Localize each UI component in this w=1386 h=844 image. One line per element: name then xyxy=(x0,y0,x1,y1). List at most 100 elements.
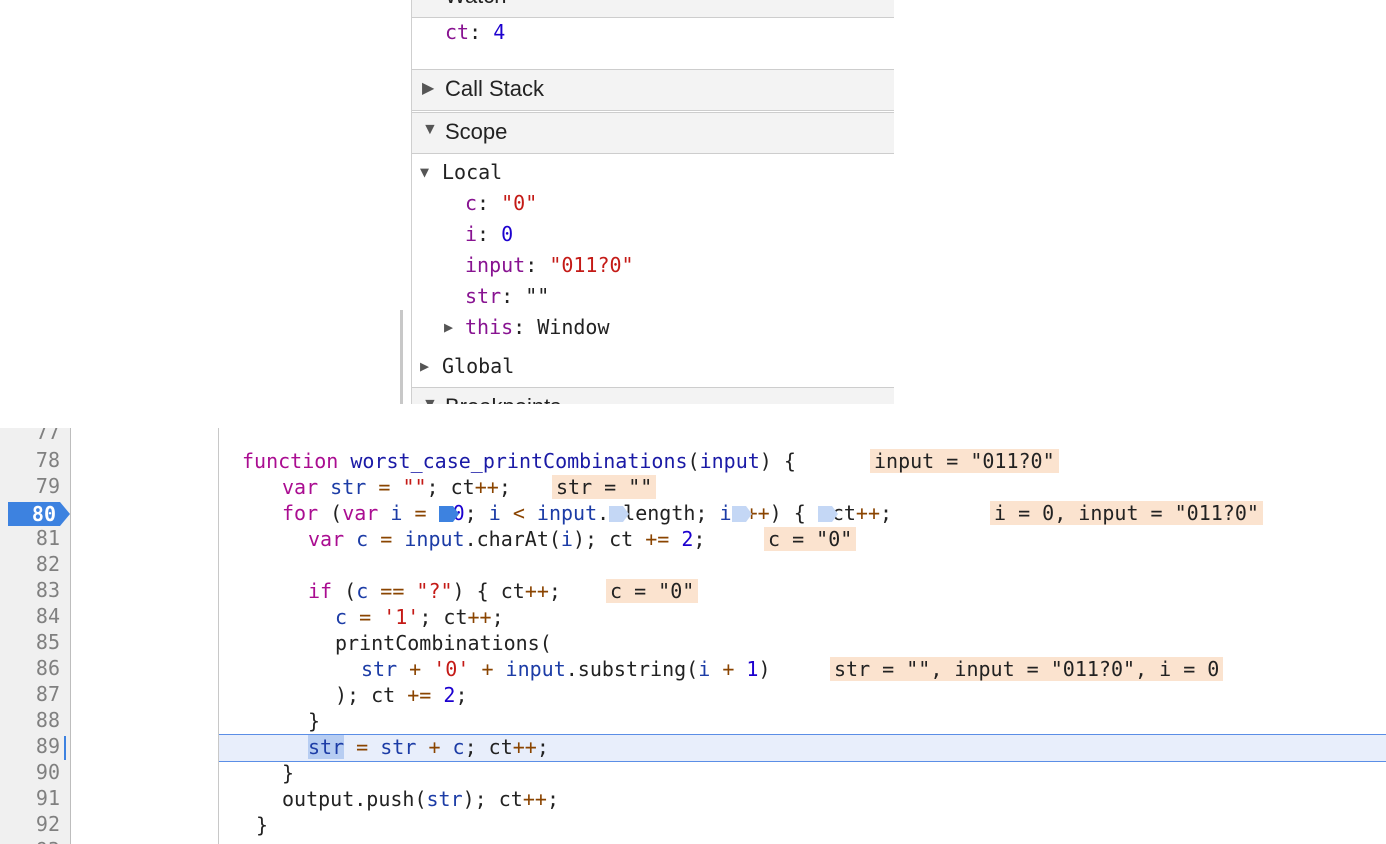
line-number[interactable]: 87 xyxy=(0,682,60,706)
call-stack-header[interactable]: ▶ Call Stack xyxy=(412,69,894,111)
continue-arrow-icon[interactable] xyxy=(731,506,752,522)
identifier: input xyxy=(404,527,465,551)
identifier: i xyxy=(560,527,573,551)
inline-value: c = "0" xyxy=(606,579,699,603)
line-number[interactable]: 83 xyxy=(0,578,60,602)
watch-header[interactable]: ▼ Watch xyxy=(412,0,894,18)
line-number[interactable]: 93 xyxy=(0,838,60,844)
line-number[interactable]: 77 xyxy=(0,428,60,444)
source-editor[interactable]: 77 78 79 80 81 82 83 84 85 86 87 88 89 9… xyxy=(0,428,1386,844)
code-line-79[interactable]: var str = ""; ct++; xyxy=(282,474,511,500)
scope-global-label: Global xyxy=(442,354,515,378)
breakpoints-label: Breakpoints xyxy=(445,394,561,404)
inline-value: str = "", input = "011?0", i = 0 xyxy=(830,657,1224,681)
code-line-83[interactable]: if (c == "?") { ct++; xyxy=(308,578,561,604)
code-line-90[interactable]: } xyxy=(282,760,294,786)
line-number[interactable]: 84 xyxy=(0,604,60,628)
line-number[interactable]: 86 xyxy=(0,656,60,680)
identifier: str xyxy=(330,475,367,499)
identifier: c xyxy=(335,605,348,629)
var-value: 0 xyxy=(501,222,514,246)
scope-global[interactable]: ▶ Global xyxy=(420,354,514,378)
number-literal: 1 xyxy=(746,657,759,681)
var-name: input xyxy=(465,253,526,277)
continue-arrow-icon[interactable] xyxy=(817,506,838,522)
scope-var[interactable]: str: "" xyxy=(465,284,549,308)
code-line-87[interactable]: ); ct += 2; xyxy=(335,682,468,708)
keyword: if xyxy=(308,579,333,603)
identifier: i xyxy=(390,501,403,525)
current-line-marker xyxy=(64,736,66,760)
watch-item-value: 4 xyxy=(493,20,506,44)
code-line-78[interactable]: function worst_case_printCombinations(in… xyxy=(242,448,796,474)
code-line-81[interactable]: var c = input.charAt(i); ct += 2; xyxy=(308,526,705,552)
inline-value: i = 0, input = "011?0" xyxy=(990,501,1263,525)
line-number-gutter[interactable]: 77 78 79 80 81 82 83 84 85 86 87 88 89 9… xyxy=(0,428,71,844)
inline-value: input = "011?0" xyxy=(870,449,1059,473)
identifier: i xyxy=(698,657,711,681)
identifier: ct xyxy=(500,579,525,603)
scroll-mark xyxy=(400,310,403,404)
var-name: this xyxy=(465,315,514,339)
line-number[interactable]: 78 xyxy=(0,448,60,472)
line-number[interactable]: 88 xyxy=(0,708,60,732)
code-line-89[interactable]: str = str + c; ct++; xyxy=(308,734,549,760)
code-line-92[interactable]: } xyxy=(256,812,268,838)
function-call: printCombinations( xyxy=(335,631,552,655)
call-stack-label: Call Stack xyxy=(445,76,545,101)
code-line-86[interactable]: str + '0' + input.substring(i + 1) xyxy=(361,656,771,682)
code-line-91[interactable]: output.push(str); ct++; xyxy=(282,786,559,812)
breakpoint-marker[interactable]: 80 xyxy=(8,502,70,526)
line-number[interactable]: 82 xyxy=(0,552,60,576)
sidebar-edge xyxy=(400,0,412,404)
line-number[interactable]: 90 xyxy=(0,760,60,784)
line-number[interactable]: 85 xyxy=(0,630,60,654)
property: length xyxy=(623,501,696,525)
identifier: ct xyxy=(443,605,468,629)
identifier: c xyxy=(452,735,465,759)
code-line-80[interactable]: for (var i = 0; i < input. length; i ++) {… xyxy=(282,500,892,526)
scope-var[interactable]: i: 0 xyxy=(465,222,513,246)
line-number[interactable]: 81 xyxy=(0,526,60,550)
identifier: str xyxy=(361,657,398,681)
scope-var[interactable]: c: "0" xyxy=(465,191,537,215)
expand-triangle-icon: ▶ xyxy=(422,80,435,97)
collapse-triangle-icon: ▼ xyxy=(422,121,438,138)
watch-header-label: Watch xyxy=(445,0,507,9)
scope-header[interactable]: ▼ Scope xyxy=(412,112,894,154)
identifier: ct xyxy=(498,787,523,811)
keyword: for xyxy=(282,501,319,525)
string-literal: "" xyxy=(402,475,427,499)
watch-item-name: ct xyxy=(445,20,470,44)
line-number[interactable]: 79 xyxy=(0,474,60,498)
scope-local-label: Local xyxy=(442,160,503,184)
collapse-triangle-icon: ▼ xyxy=(420,163,430,181)
continue-arrow-icon[interactable] xyxy=(609,506,630,522)
line-number[interactable]: 91 xyxy=(0,786,60,810)
scope-local[interactable]: ▼ Local xyxy=(420,160,502,184)
identifier: str xyxy=(380,735,417,759)
method: push xyxy=(366,787,415,811)
scope-var[interactable]: input: "011?0" xyxy=(465,253,634,277)
number-literal: 2 xyxy=(443,683,456,707)
code-line-84[interactable]: c = '1'; ct++; xyxy=(335,604,504,630)
identifier: input xyxy=(536,501,598,525)
var-name: c xyxy=(465,191,478,215)
var-value: "" xyxy=(525,284,550,308)
line-number[interactable]: 92 xyxy=(0,812,60,836)
identifier: ct xyxy=(371,683,396,707)
indent-guide xyxy=(218,428,219,844)
line-number[interactable]: 89 xyxy=(0,734,60,758)
identifier-selected[interactable]: str xyxy=(308,735,345,759)
collapse-triangle-icon: ▼ xyxy=(422,0,438,3)
scope-var-this[interactable]: ▶ this: Window xyxy=(444,315,610,339)
watch-item[interactable]: ct: 4 xyxy=(445,20,505,44)
code-line-88[interactable]: } xyxy=(308,708,320,734)
keyword: var xyxy=(308,527,345,551)
identifier: ct xyxy=(450,475,475,499)
execution-arrow-icon[interactable] xyxy=(438,506,459,522)
code-line-85[interactable]: printCombinations( xyxy=(335,630,552,656)
inline-value: c = "0" xyxy=(764,527,857,551)
breakpoints-header[interactable]: ▼ Breakpoints xyxy=(412,387,894,404)
keyword: var xyxy=(282,475,319,499)
